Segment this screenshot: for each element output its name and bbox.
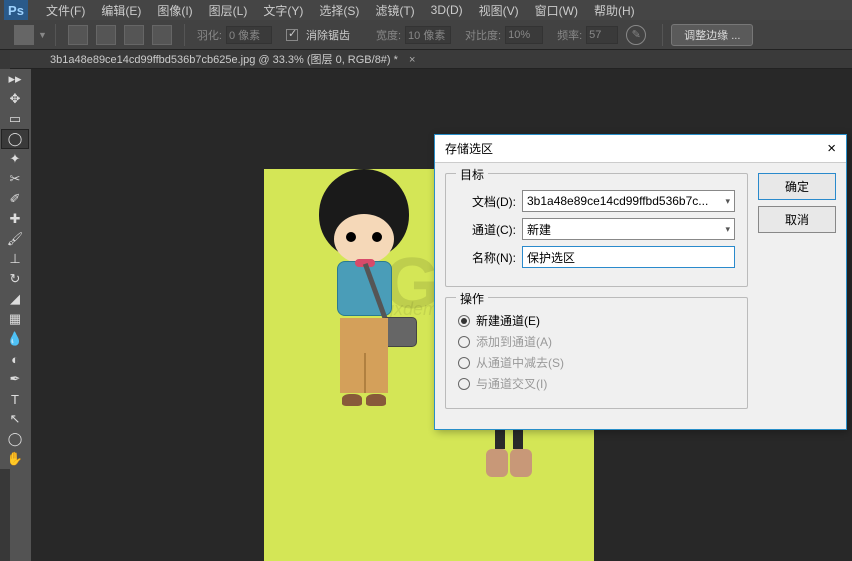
radio-icon bbox=[458, 315, 470, 327]
eyedropper-tool[interactable]: ✐ bbox=[1, 189, 29, 209]
operation-legend: 操作 bbox=[456, 290, 488, 307]
lasso-tool[interactable]: ◯ bbox=[1, 129, 29, 149]
expand-icon[interactable]: ▸▸ bbox=[1, 69, 29, 89]
feather-label: 羽化: bbox=[197, 27, 222, 43]
document-tab-close-icon[interactable]: × bbox=[409, 54, 415, 66]
pen-tool[interactable]: ✒ bbox=[1, 369, 29, 389]
antialias-label: 消除锯齿 bbox=[306, 27, 350, 43]
width-input[interactable] bbox=[405, 26, 451, 44]
ps-logo: Ps bbox=[4, 0, 28, 20]
document-tab-bar: 3b1a48e89ce14cd99ffbd536b7cb625e.jpg @ 3… bbox=[0, 50, 852, 69]
menu-help[interactable]: 帮助(H) bbox=[586, 2, 643, 19]
selection-intersect-icon[interactable] bbox=[152, 25, 172, 45]
width-label: 宽度: bbox=[376, 27, 401, 43]
radio-new-channel[interactable]: 新建通道(E) bbox=[458, 312, 735, 329]
brush-tool[interactable]: 🖌 bbox=[1, 229, 29, 249]
cancel-button[interactable]: 取消 bbox=[758, 206, 836, 233]
contrast-input[interactable] bbox=[505, 26, 543, 44]
ok-button[interactable]: 确定 bbox=[758, 173, 836, 200]
blur-tool[interactable]: 💧 bbox=[1, 329, 29, 349]
tools-panel: ▸▸ ✥ ▭ ◯ ✦ ✂ ✐ ✚ 🖌 ⊥ ↻ ◢ ▦ 💧 ◐ ✒ T ↖ ◯ ✋ bbox=[0, 69, 31, 469]
contrast-label: 对比度: bbox=[465, 27, 501, 43]
menu-window[interactable]: 窗口(W) bbox=[527, 2, 586, 19]
selection-add-icon[interactable] bbox=[96, 25, 116, 45]
eraser-tool[interactable]: ◢ bbox=[1, 289, 29, 309]
document-select-value: 3b1a48e89ce14cd99ffbd536b7c... bbox=[527, 194, 708, 208]
menu-3d[interactable]: 3D(D) bbox=[423, 3, 471, 17]
name-input[interactable] bbox=[522, 246, 735, 268]
channel-select-value: 新建 bbox=[527, 221, 551, 238]
document-tab[interactable]: 3b1a48e89ce14cd99ffbd536b7cb625e.jpg @ 3… bbox=[38, 51, 427, 67]
radio-subtract-channel: 从通道中减去(S) bbox=[458, 354, 735, 371]
radio-icon bbox=[458, 336, 470, 348]
move-tool[interactable]: ✥ bbox=[1, 89, 29, 109]
menu-edit[interactable]: 编辑(E) bbox=[93, 2, 149, 19]
document-tab-label: 3b1a48e89ce14cd99ffbd536b7cb625e.jpg @ 3… bbox=[50, 54, 398, 66]
crop-tool[interactable]: ✂ bbox=[1, 169, 29, 189]
chevron-down-icon: ▾ bbox=[725, 224, 730, 235]
save-selection-dialog: 存储选区 × 目标 文档(D): 3b1a48e89ce14cd99ffbd53… bbox=[434, 134, 847, 430]
channel-label: 通道(C): bbox=[458, 221, 516, 238]
menu-text[interactable]: 文字(Y) bbox=[255, 2, 311, 19]
menubar: Ps 文件(F) 编辑(E) 图像(I) 图层(L) 文字(Y) 选择(S) 滤… bbox=[0, 0, 852, 20]
refine-edge-button[interactable]: 调整边缘 ... bbox=[671, 24, 753, 46]
radio-label: 新建通道(E) bbox=[476, 312, 540, 329]
magic-wand-tool[interactable]: ✦ bbox=[1, 149, 29, 169]
dialog-close-icon[interactable]: × bbox=[827, 140, 836, 157]
document-select[interactable]: 3b1a48e89ce14cd99ffbd536b7c... ▾ bbox=[522, 190, 735, 212]
menu-filter[interactable]: 滤镜(T) bbox=[367, 2, 422, 19]
target-legend: 目标 bbox=[456, 166, 488, 183]
path-tool[interactable]: ↖ bbox=[1, 409, 29, 429]
name-label: 名称(N): bbox=[458, 249, 516, 266]
radio-icon bbox=[458, 357, 470, 369]
operation-fieldset: 操作 新建通道(E) 添加到通道(A) 从通道中减去(S) 与通道交叉(I) bbox=[445, 297, 748, 409]
options-bar: ▼ 羽化: 消除锯齿 宽度: 对比度: 频率: ✎ 调整边缘 ... bbox=[0, 20, 852, 50]
radio-icon bbox=[458, 378, 470, 390]
illustration-boy bbox=[294, 169, 434, 411]
radio-label: 与通道交叉(I) bbox=[476, 375, 547, 392]
menu-image[interactable]: 图像(I) bbox=[149, 2, 200, 19]
tool-preset-icon[interactable] bbox=[14, 25, 34, 45]
frequency-input[interactable] bbox=[586, 26, 618, 44]
menu-select[interactable]: 选择(S) bbox=[311, 2, 367, 19]
dialog-titlebar[interactable]: 存储选区 × bbox=[435, 135, 846, 163]
menu-layer[interactable]: 图层(L) bbox=[201, 2, 256, 19]
pen-pressure-icon[interactable]: ✎ bbox=[626, 25, 646, 45]
radio-label: 添加到通道(A) bbox=[476, 333, 552, 350]
chevron-down-icon: ▾ bbox=[725, 196, 730, 207]
radio-label: 从通道中减去(S) bbox=[476, 354, 564, 371]
hand-tool[interactable]: ✋ bbox=[1, 449, 29, 469]
document-label: 文档(D): bbox=[458, 193, 516, 210]
feather-input[interactable] bbox=[226, 26, 272, 44]
text-tool[interactable]: T bbox=[1, 389, 29, 409]
marquee-tool[interactable]: ▭ bbox=[1, 109, 29, 129]
menu-view[interactable]: 视图(V) bbox=[471, 2, 527, 19]
dodge-tool[interactable]: ◐ bbox=[1, 349, 29, 369]
selection-subtract-icon[interactable] bbox=[124, 25, 144, 45]
stamp-tool[interactable]: ⊥ bbox=[1, 249, 29, 269]
dialog-title-text: 存储选区 bbox=[445, 140, 493, 157]
shape-tool[interactable]: ◯ bbox=[1, 429, 29, 449]
menu-file[interactable]: 文件(F) bbox=[38, 2, 93, 19]
radio-add-channel: 添加到通道(A) bbox=[458, 333, 735, 350]
target-fieldset: 目标 文档(D): 3b1a48e89ce14cd99ffbd536b7c...… bbox=[445, 173, 748, 287]
gradient-tool[interactable]: ▦ bbox=[1, 309, 29, 329]
antialias-checkbox[interactable] bbox=[286, 29, 298, 41]
history-brush-tool[interactable]: ↻ bbox=[1, 269, 29, 289]
frequency-label: 频率: bbox=[557, 27, 582, 43]
healing-tool[interactable]: ✚ bbox=[1, 209, 29, 229]
selection-new-icon[interactable] bbox=[68, 25, 88, 45]
channel-select[interactable]: 新建 ▾ bbox=[522, 218, 735, 240]
radio-intersect-channel: 与通道交叉(I) bbox=[458, 375, 735, 392]
